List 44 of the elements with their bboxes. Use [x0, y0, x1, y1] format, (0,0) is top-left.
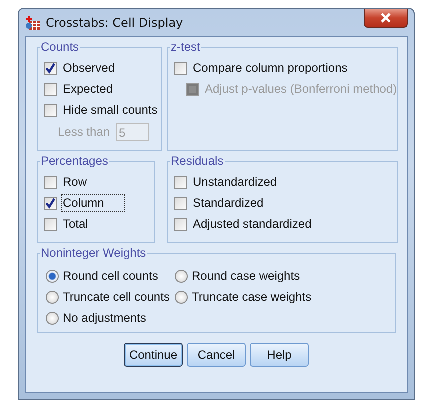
group-title: Percentages	[40, 154, 110, 168]
checkbox[interactable]	[174, 196, 187, 210]
checkbox-label: Total	[62, 217, 90, 231]
checkbox-label: Observed	[62, 61, 116, 75]
table-icon	[25, 14, 41, 30]
radio-label: No adjustments	[63, 311, 146, 325]
group-title: Counts	[40, 40, 80, 54]
checkbox-label: Compare column proportions	[192, 61, 349, 75]
radio-button[interactable]	[175, 290, 188, 304]
checkbox[interactable]	[44, 62, 57, 74]
checkbox-label: Unstandardized	[192, 175, 278, 189]
radio-label: Truncate cell counts	[63, 290, 170, 304]
checkbox[interactable]	[174, 218, 187, 230]
checkbox[interactable]	[44, 176, 57, 188]
field-label: Less than	[58, 125, 110, 139]
group-title: Noninteger Weights	[40, 246, 148, 260]
radio-button[interactable]	[175, 270, 188, 282]
dialog-button[interactable]: Help	[250, 343, 309, 367]
checkbox-label: Standardized	[192, 196, 265, 210]
radio-label: Truncate case weights	[192, 290, 312, 304]
radio-label: Round case weights	[192, 269, 300, 283]
checkbox-label: Hide small counts	[62, 103, 159, 117]
radio-label: Round cell counts	[63, 269, 158, 283]
close-button[interactable]	[364, 9, 408, 28]
checkbox[interactable]	[44, 196, 57, 210]
radio-button[interactable]	[46, 270, 59, 282]
checkbox-label: Row	[62, 175, 88, 189]
checkbox[interactable]	[44, 82, 57, 96]
dialog-button[interactable]: Cancel	[187, 343, 246, 367]
close-icon	[380, 13, 392, 23]
window-title: Crosstabs: Cell Display	[46, 16, 184, 30]
checkbox-label: Adjust p-values (Bonferroni method)	[204, 82, 398, 96]
dialog-button[interactable]: Continue	[124, 343, 183, 367]
radio-button[interactable]	[46, 312, 59, 324]
checkbox-label: Adjusted standardized	[192, 217, 313, 231]
checkbox-label: Column	[62, 195, 124, 211]
checkbox[interactable]	[174, 176, 187, 188]
group-title: Residuals	[170, 154, 225, 168]
group-title: z-test	[170, 40, 202, 54]
checkbox[interactable]	[44, 218, 57, 230]
checkbox[interactable]	[174, 62, 187, 74]
radio-button[interactable]	[46, 290, 59, 304]
checkbox-label: Expected	[62, 82, 114, 96]
checkbox[interactable]	[44, 104, 57, 116]
